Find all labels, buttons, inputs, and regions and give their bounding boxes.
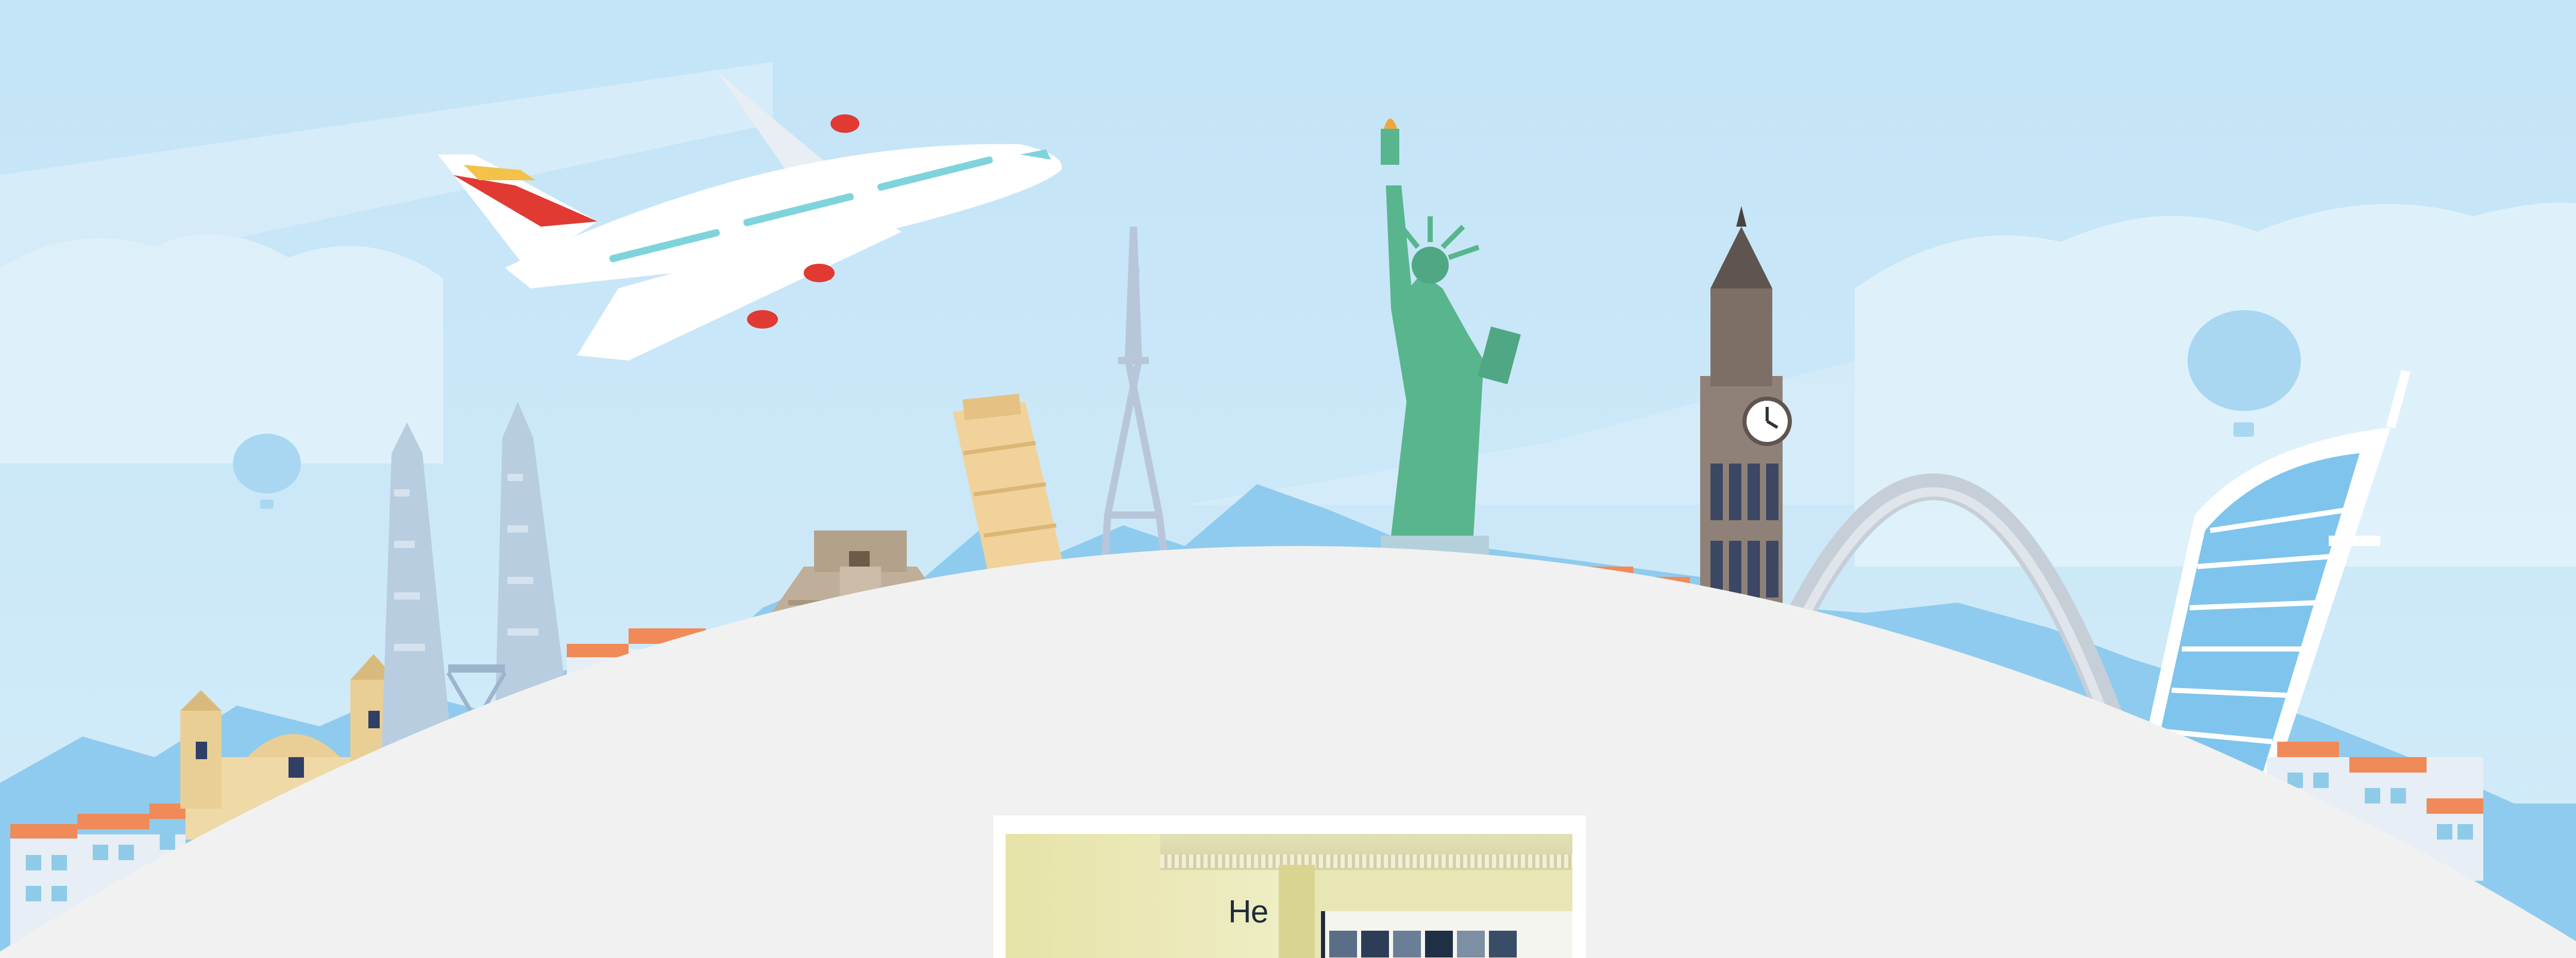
screen-tile xyxy=(1393,931,1421,957)
photo-card[interactable]: He xyxy=(993,815,1586,958)
screen-text: He xyxy=(1228,894,1268,930)
screen-tile xyxy=(1457,931,1485,957)
screen-tile xyxy=(1329,931,1357,957)
photo-ceiling-trim xyxy=(1160,854,1572,868)
screen-tile xyxy=(1361,931,1389,957)
screen-tiles xyxy=(1325,920,1572,958)
screen-tile xyxy=(1489,931,1517,957)
photo-display-screen xyxy=(1321,911,1572,958)
travel-banner: He xyxy=(0,0,2576,958)
landmarks-illustration xyxy=(0,0,2576,958)
office-photo: He xyxy=(1006,834,1572,958)
photo-pillar xyxy=(1279,865,1315,958)
screen-tile xyxy=(1425,931,1453,957)
